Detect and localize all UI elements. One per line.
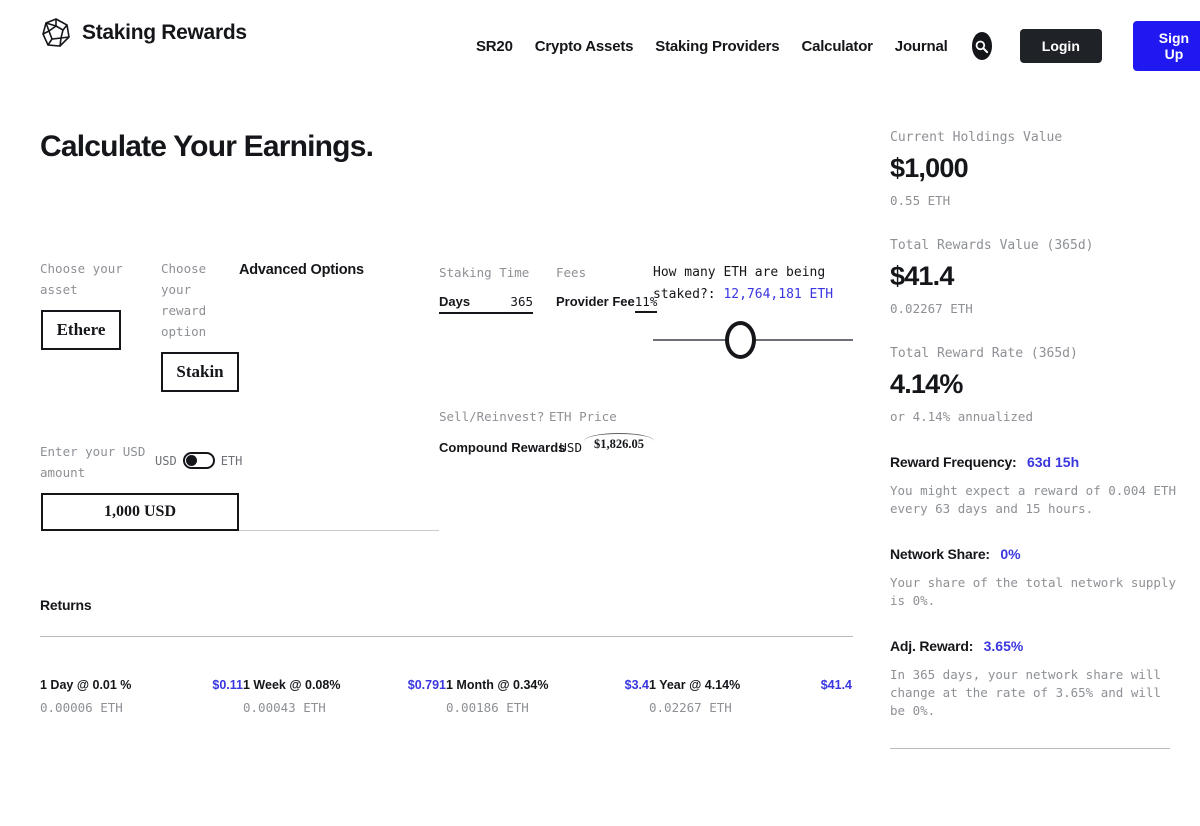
rate-value: 4.14% [890, 369, 963, 399]
return-item: 1 Week @ 0.08% $0.791 0.00043 ETH [243, 678, 446, 715]
compound-rewards-group[interactable]: Compound Rewards USD [439, 440, 582, 455]
polyhedron-logo-icon [40, 17, 72, 49]
eth-price-arc-decoration [584, 433, 654, 441]
rewards-sub: 0.02267 ETH [890, 301, 973, 316]
holdings-stat: Current Holdings Value $1,000 0.55 ETH [890, 130, 1180, 208]
sell-reinvest-label: Sell/Reinvest? [439, 409, 545, 424]
amount-field-label: Enter your USD amount [40, 444, 146, 480]
adjusted-reward-key: Adj. Reward: [890, 638, 974, 654]
network-share-key: Network Share: [890, 546, 990, 562]
days-value[interactable]: 365 [510, 294, 533, 309]
reward-frequency-key: Reward Frequency: [890, 454, 1017, 470]
signup-button[interactable]: Sign Up [1132, 21, 1200, 71]
currency-unit-toggle[interactable]: USD ETH [155, 452, 242, 469]
network-share-description: Your share of the total network supply i… [890, 575, 1176, 608]
page-title: Calculate Your Earnings. [40, 130, 374, 163]
reward-rate-stat: Total Reward Rate (365d) 4.14% or 4.14% … [890, 346, 1180, 424]
slider-thumb[interactable] [725, 321, 756, 359]
days-label: Days [439, 294, 471, 309]
login-button[interactable]: Login [1019, 29, 1102, 63]
provider-fee-input-group[interactable]: Provider Fee 11% [556, 294, 658, 313]
staked-amount-question: How many ETH are being staked?: 12,764,1… [653, 262, 883, 306]
sidebar-divider [890, 748, 1170, 749]
network-share-value: 0% [1000, 546, 1021, 562]
return-value: $0.791 [407, 678, 446, 692]
return-period: 1 Year @ 4.14% [649, 678, 741, 692]
provider-fee-label: Provider Fee [556, 294, 635, 309]
staking-time-label: Staking Time [439, 265, 530, 280]
return-period: 1 Month @ 0.34% [446, 678, 549, 692]
return-eth: 0.00006 ETH [40, 700, 123, 715]
reward-frequency-description: You might expect a reward of 0.004 ETH e… [890, 483, 1176, 516]
holdings-sub: 0.55 ETH [890, 193, 951, 208]
nav-item-staking-providers[interactable]: Staking Providers [655, 38, 779, 55]
unit-toggle-switch[interactable] [182, 452, 215, 469]
asset-select[interactable]: Ethere [41, 310, 121, 350]
rate-label: Total Reward Rate (365d) [890, 346, 1078, 361]
returns-divider [40, 636, 853, 637]
returns-grid: 1 Day @ 0.01 % $0.11 0.00006 ETH 1 Week … [40, 678, 853, 715]
adjusted-reward-description: In 365 days, your network share will cha… [890, 667, 1161, 718]
return-period: 1 Day @ 0.01 % [40, 678, 132, 692]
fees-label: Fees [556, 265, 587, 280]
unit-toggle-knob [185, 455, 197, 466]
return-period: 1 Week @ 0.08% [243, 678, 341, 692]
search-icon[interactable] [971, 32, 992, 60]
unit-label-usd: USD [155, 453, 177, 468]
eth-price-input[interactable]: $1,826.05 [584, 433, 654, 455]
nav-item-crypto-assets[interactable]: Crypto Assets [535, 38, 634, 55]
holdings-value: $1,000 [890, 153, 969, 183]
return-eth: 0.02267 ETH [649, 700, 732, 715]
brand-name: Staking Rewards [82, 21, 247, 44]
holdings-label: Current Holdings Value [890, 130, 1063, 145]
return-item: 1 Month @ 0.34% $3.4 0.00186 ETH [446, 678, 649, 715]
amount-input[interactable]: 1,000 USD [41, 493, 239, 531]
returns-section-title: Returns [40, 597, 92, 613]
nav-item-sr20[interactable]: SR20 [476, 38, 513, 55]
unit-label-eth: ETH [220, 453, 243, 468]
reward-option-label: Choose your reward option [161, 261, 207, 339]
staked-amount-slider[interactable] [653, 320, 853, 360]
return-item: 1 Day @ 0.01 % $0.11 0.00006 ETH [40, 678, 243, 715]
nav-item-calculator[interactable]: Calculator [801, 38, 873, 55]
main-navigation: SR20 Crypto Assets Staking Providers Cal… [476, 21, 1200, 71]
return-value: $41.4 [820, 678, 852, 692]
return-value: $3.4 [624, 678, 649, 692]
eth-price-label: ETH Price [549, 409, 617, 424]
amount-divider [239, 530, 439, 531]
days-underline [439, 312, 533, 314]
nav-item-journal[interactable]: Journal [895, 38, 948, 55]
brand-logo[interactable]: Staking Rewards [40, 17, 247, 49]
return-item: 1 Year @ 4.14% $41.4 0.02267 ETH [649, 678, 852, 715]
return-eth: 0.00186 ETH [446, 700, 529, 715]
site-header: Staking Rewards SR20 Crypto Assets Staki… [0, 0, 1200, 71]
rewards-label: Total Rewards Value (365d) [890, 238, 1094, 253]
rate-sub: or 4.14% annualized [890, 409, 1033, 424]
rewards-value: $41.4 [890, 261, 954, 291]
staked-amount-value: 12,764,181 ETH [723, 287, 834, 302]
return-value: $0.11 [212, 678, 243, 692]
adjusted-reward-value: 3.65% [983, 638, 1024, 654]
days-input-group[interactable]: Days 365 [439, 294, 533, 314]
results-sidebar: Current Holdings Value $1,000 0.55 ETH T… [890, 130, 1180, 749]
compound-rewards-label: Compound Rewards [439, 440, 566, 455]
reward-option-select[interactable]: Stakin [161, 352, 239, 392]
compound-currency-value[interactable]: USD [559, 440, 582, 455]
reward-frequency-value: 63d 15h [1026, 454, 1080, 470]
adjusted-reward-row: Adj. Reward: 3.65% [890, 638, 1180, 656]
network-share-row: Network Share: 0% [890, 546, 1180, 564]
asset-field-label: Choose your asset [40, 261, 123, 297]
reward-frequency-row: Reward Frequency: 63d 15h [890, 454, 1180, 472]
advanced-options-toggle[interactable]: Advanced Options [239, 262, 364, 278]
return-eth: 0.00043 ETH [243, 700, 326, 715]
total-rewards-stat: Total Rewards Value (365d) $41.4 0.02267… [890, 238, 1180, 316]
